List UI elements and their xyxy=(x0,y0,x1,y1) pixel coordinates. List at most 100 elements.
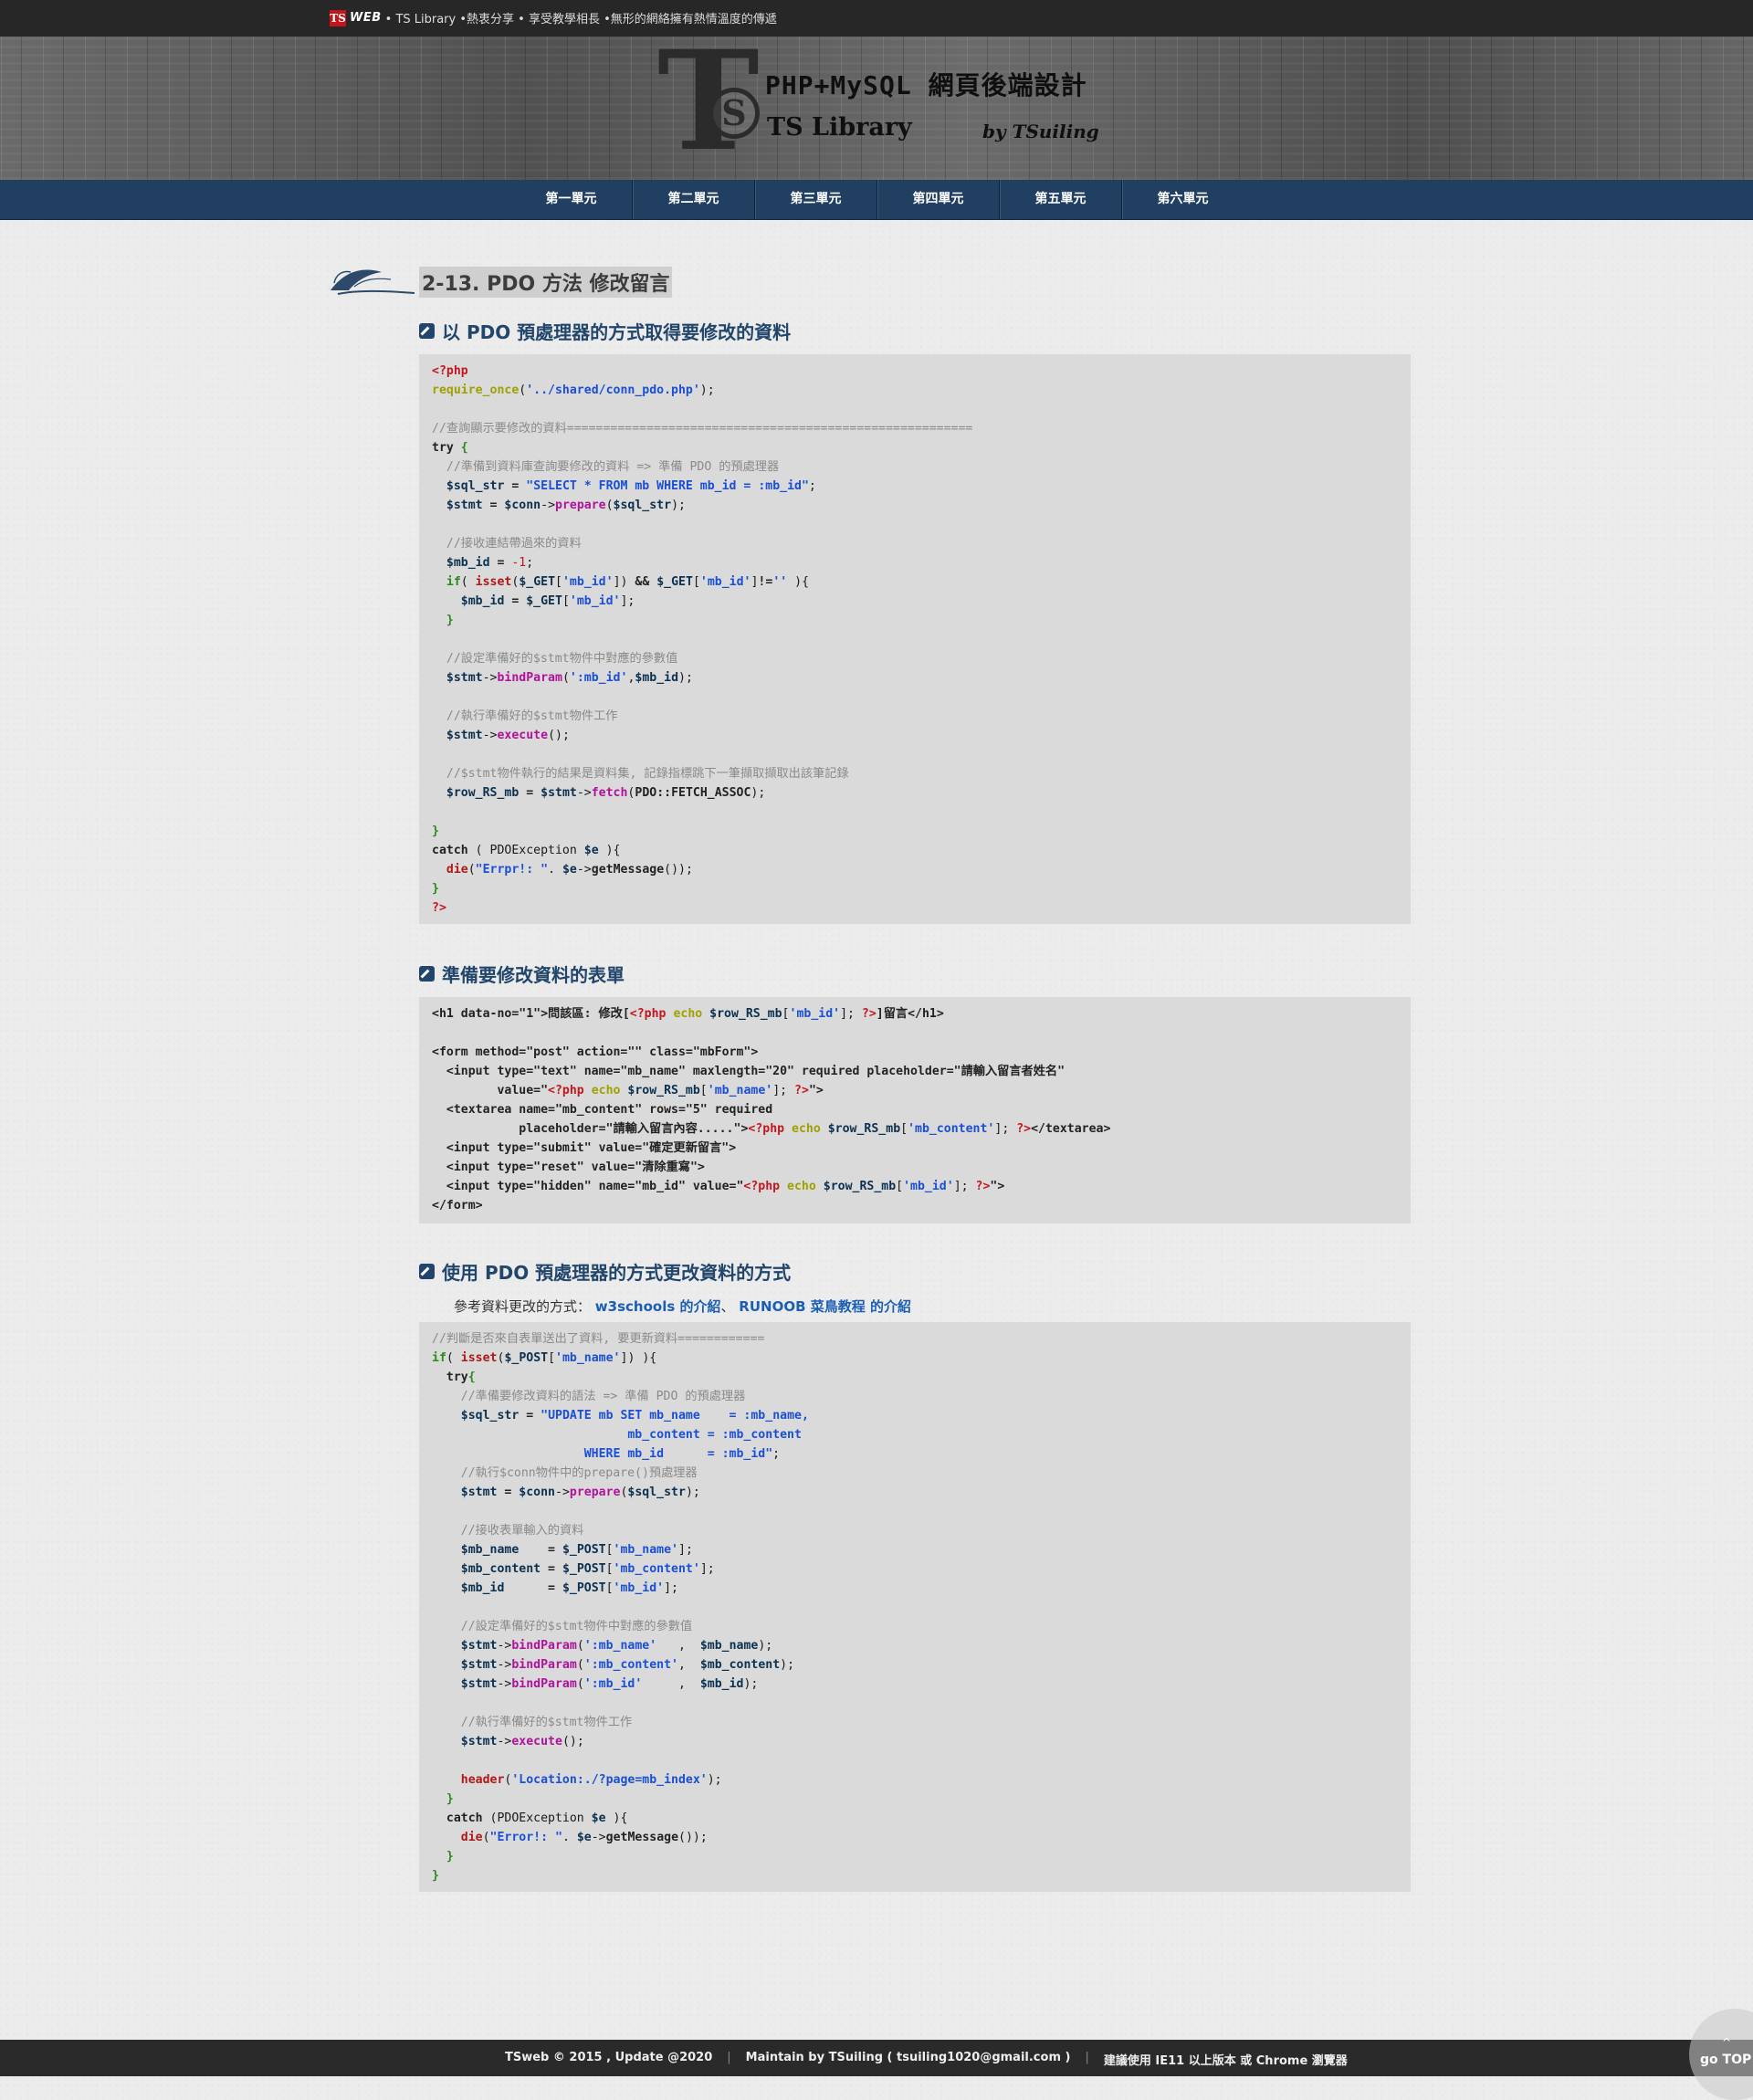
code-token: echo xyxy=(591,1084,628,1097)
code-token: $stmt xyxy=(541,786,577,800)
code-line: } xyxy=(432,1866,1398,1885)
go-top-button[interactable]: ^ go TOP xyxy=(1689,2009,1753,2100)
code-token: //查詢顯示要修改的資料============================… xyxy=(432,422,973,436)
code-token: . xyxy=(562,1831,577,1844)
code-token: placeholder="請輸入留言內容....."> xyxy=(432,1122,749,1136)
code-line: $mb_content = $_POST['mb_content']; xyxy=(432,1559,1398,1579)
code-token: ':mb_id' xyxy=(569,671,628,685)
code-token: prepare xyxy=(569,1486,621,1499)
code-token: <input type="hidden" name="mb_id" value=… xyxy=(432,1180,744,1193)
code-token: <input type="reset" value="清除重寫"> xyxy=(432,1160,705,1174)
code-token: . xyxy=(548,863,562,877)
code-token: ); xyxy=(685,1486,700,1499)
code-token: $row_RS_mb xyxy=(446,786,520,800)
code-line: die("Errpr!: ". $e->getMessage()); xyxy=(432,860,1398,879)
code-token: != xyxy=(758,575,773,589)
site-title: PHP+MySQL 網頁後端設計 xyxy=(765,70,1087,100)
code-line: catch ( PDOException $e ){ xyxy=(432,841,1398,860)
code-token: ]) xyxy=(613,575,635,589)
code-token: $row_RS_mb xyxy=(827,1122,901,1136)
code-token: $row_RS_mb xyxy=(823,1180,897,1193)
code-token: 'mb_id' xyxy=(699,575,751,589)
code-token: execute xyxy=(511,1735,562,1748)
code-token: $mb_id xyxy=(460,1581,541,1595)
code-token: ( xyxy=(576,1677,584,1691)
code-line: $stmt->execute(); xyxy=(432,726,1398,745)
nav-item-unit-3[interactable]: 第三單元 xyxy=(755,180,877,219)
code-token: = xyxy=(541,1581,562,1595)
code-line: $sql_str = "UPDATE mb SET mb_name = :mb_… xyxy=(432,1406,1398,1425)
code-line: //準備要修改資料的語法 => 準備 PDO 的預處理器 xyxy=(432,1387,1398,1406)
code-token: -> xyxy=(497,1639,512,1653)
code-token: bindParam xyxy=(511,1639,577,1653)
code-token: ); xyxy=(678,671,693,685)
code-line: $stmt->bindParam(':mb_id',$mb_id); xyxy=(432,668,1398,688)
code-token: = xyxy=(482,499,505,512)
code-token: $stmt xyxy=(460,1639,498,1653)
code-token: -> xyxy=(497,1658,512,1672)
code-token: , xyxy=(678,1658,700,1672)
code-token: '' xyxy=(772,575,788,589)
code-token: <?php xyxy=(432,364,468,378)
code-token: require_once xyxy=(432,383,520,397)
code-token: [ xyxy=(692,575,700,589)
code-line: <input type="submit" value="確定更新留言"> xyxy=(432,1139,1398,1158)
code-token: } xyxy=(432,1869,439,1883)
section-fetch-data: 以 PDO 預處理器的方式取得要修改的資料 <?php require_once(… xyxy=(419,318,1411,924)
code-token: $_GET xyxy=(656,575,693,589)
code-line: $stmt = $conn->prepare($sql_str); xyxy=(432,496,1398,515)
nav-item-unit-5[interactable]: 第五單元 xyxy=(1000,180,1122,219)
code-token: <?php xyxy=(743,1180,788,1193)
code-token: ( xyxy=(562,671,570,685)
nav-item-unit-6[interactable]: 第六單元 xyxy=(1122,180,1244,219)
code-token: echo xyxy=(673,1007,710,1021)
code-token: $stmt xyxy=(446,671,483,685)
code-token: $stmt xyxy=(446,729,483,742)
code-token: //準備要修改資料的語法 => 準備 PDO 的預處理器 xyxy=(432,1390,746,1403)
nav-item-unit-2[interactable]: 第二單元 xyxy=(633,180,755,219)
code-line: //執行準備好的$stmt物件工作 xyxy=(432,707,1398,726)
code-line: $mb_id = $_GET['mb_id']; xyxy=(432,592,1398,611)
nav-item-unit-1[interactable]: 第一單元 xyxy=(510,180,633,219)
w3schools-link[interactable]: w3schools 的介紹 xyxy=(595,1298,721,1315)
ts-logo-icon[interactable]: TS xyxy=(330,9,346,26)
code-token: <textarea name="mb_content" rows="5" req… xyxy=(432,1103,773,1117)
code-token: ){ xyxy=(605,1811,628,1825)
code-token: $e xyxy=(562,863,577,877)
code-token: } xyxy=(432,1792,454,1806)
runoob-link[interactable]: RUNOOB 菜鳥教程 的介紹 xyxy=(739,1298,911,1315)
code-line: //查詢顯示要修改的資料============================… xyxy=(432,419,1398,438)
code-line: $stmt->execute(); xyxy=(432,1732,1398,1751)
code-token: ( xyxy=(482,1831,490,1844)
code-token: 'mb_id' xyxy=(562,575,614,589)
code-token: //設定準備好的$stmt物件中對應的參數值 xyxy=(432,652,678,666)
code-line: $mb_id = $_POST['mb_id']; xyxy=(432,1579,1398,1598)
page-title: 2-13. PDO 方法 修改留言 xyxy=(419,267,673,298)
code-token: getMessage xyxy=(591,863,665,877)
ts-brand-logo[interactable]: T S xyxy=(657,33,767,170)
code-token: -> xyxy=(576,863,592,877)
code-token: 'mb_id' xyxy=(789,1007,841,1021)
code-token: $row_RS_mb xyxy=(709,1007,782,1021)
code-token: ; xyxy=(526,556,534,570)
reference-links: 參考資料更改的方式： w3schools 的介紹、 RUNOOB 菜鳥教程 的介… xyxy=(454,1297,1411,1317)
code-line: //準備到資料庫查詢要修改的資料 => 準備 PDO 的預處理器 xyxy=(432,457,1398,477)
code-token: -> xyxy=(497,1677,512,1691)
code-token: <?php xyxy=(748,1122,793,1136)
code-token: $_POST xyxy=(562,1581,606,1595)
code-token: $e xyxy=(591,1811,606,1825)
code-line: placeholder="請輸入留言內容....."><?php echo $r… xyxy=(432,1119,1398,1139)
code-token: <form method="post" action="" class="mbF… xyxy=(432,1045,759,1059)
code-token: ':mb_name' xyxy=(583,1639,678,1653)
code-token: PDO::FETCH_ASSOC xyxy=(635,786,751,800)
site-author: by TSuiling xyxy=(982,121,1099,142)
nav-item-unit-4[interactable]: 第四單元 xyxy=(877,180,1000,219)
code-token: ; xyxy=(808,479,816,493)
code-token: //設定準備好的$stmt物件中對應的參數值 xyxy=(432,1620,693,1633)
code-line: <form method="post" action="" class="mbF… xyxy=(432,1043,1398,1062)
